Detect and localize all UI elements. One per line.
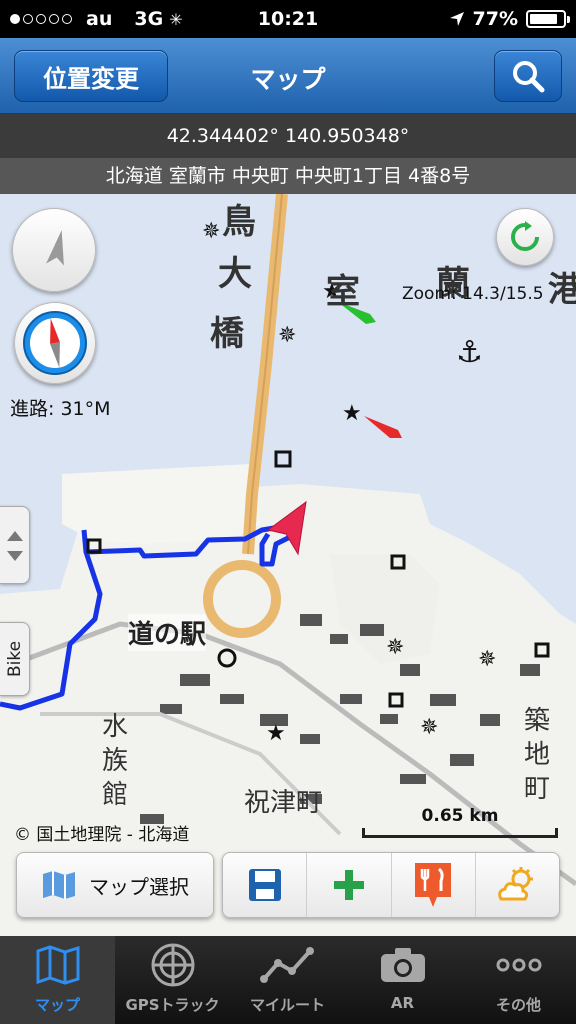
- svg-text:✵: ✵: [278, 323, 296, 348]
- map-select-label: マップ選択: [89, 874, 189, 899]
- refresh-button[interactable]: [496, 208, 554, 266]
- map-label: 橋: [210, 314, 244, 354]
- compass-button[interactable]: [14, 302, 96, 384]
- page-title: マップ: [250, 65, 326, 94]
- more-icon: [496, 958, 541, 972]
- map-select-button[interactable]: マップ選択: [16, 852, 214, 918]
- tab-more[interactable]: その他: [461, 936, 576, 1024]
- map-view[interactable]: ★ ★ ⚓ ✵ ✵ ✵ ✵ ✵ ★ 鳥 大 橋 室 蘭 港 道の駅 水 族 館 …: [0, 194, 576, 936]
- restaurant-pin-icon: [415, 863, 452, 907]
- tab-my-route-label: マイルート: [249, 996, 325, 1014]
- tab-bar: マップ GPSトラック マイルート AR その他: [0, 936, 576, 1024]
- locate-button[interactable]: [12, 208, 96, 292]
- map-label: 大: [218, 254, 252, 294]
- svg-text:✵: ✵: [478, 647, 496, 672]
- zoom-level: Zoom: 14.3/15.5: [402, 284, 544, 304]
- map-label: 水: [102, 712, 129, 742]
- map-label: 室: [326, 272, 360, 312]
- compass-icon: [23, 311, 87, 375]
- map-label: 鳥: [222, 202, 256, 242]
- refresh-icon: [511, 221, 539, 251]
- pier-area: [62, 464, 260, 544]
- tab-gps-track-label: GPSトラック: [125, 996, 220, 1014]
- map-copyright: © 国土地理院 - 北海道: [14, 825, 190, 845]
- svg-text:★: ★: [266, 721, 286, 746]
- tab-ar[interactable]: AR: [345, 936, 460, 1024]
- camera-icon: [380, 948, 425, 982]
- bike-mode-tab[interactable]: Bike: [0, 622, 30, 696]
- svg-text:✵: ✵: [386, 635, 404, 660]
- tab-more-label: その他: [495, 996, 541, 1014]
- svg-text:✵: ✵: [202, 219, 220, 244]
- search-button[interactable]: [494, 50, 562, 102]
- star-mark: ★: [342, 401, 362, 426]
- tab-map[interactable]: マップ: [0, 936, 115, 1024]
- panel-toggle-handle[interactable]: [0, 506, 30, 584]
- weather-icon: [498, 867, 534, 901]
- restaurant-button[interactable]: [392, 853, 476, 917]
- map-icon: [43, 871, 75, 899]
- address-display: 北海道 室蘭市 中央町 中央町1丁目 4番8号: [0, 158, 576, 194]
- anchor-mark: ⚓: [456, 335, 483, 370]
- tab-ar-label: AR: [390, 994, 415, 1012]
- battery-percent: 77%: [472, 8, 518, 30]
- save-button[interactable]: [223, 853, 308, 917]
- svg-text:✵: ✵: [420, 715, 438, 740]
- weather-button[interactable]: [476, 853, 559, 917]
- location-arrow-icon: [449, 12, 464, 26]
- map-label: 族: [102, 746, 129, 776]
- bike-label: Bike: [4, 640, 25, 678]
- map-actions-toolbar: [222, 852, 560, 918]
- status-bar: au 3G ✳ 10:21 77%: [0, 0, 576, 38]
- plus-icon: [333, 870, 364, 900]
- search-icon: [513, 61, 545, 93]
- tab-gps-track[interactable]: GPSトラック: [115, 936, 230, 1024]
- tab-map-label: マップ: [34, 996, 80, 1014]
- map-label-station: 道の駅: [128, 614, 207, 651]
- nav-bar: 位置変更 マップ: [0, 38, 576, 114]
- scale-label: 0.65 km: [421, 806, 499, 826]
- coordinates-display: 42.344402° 140.950348°: [0, 114, 576, 158]
- map-label: 祝津町: [244, 788, 323, 818]
- save-icon: [248, 869, 281, 901]
- tab-my-route[interactable]: マイルート: [230, 936, 345, 1024]
- map-label: 館: [102, 780, 129, 810]
- course-heading: 進路: 31°M: [10, 398, 111, 420]
- radar-icon: [151, 943, 194, 987]
- location-arrow-icon: [46, 230, 64, 266]
- up-down-arrows-icon: [7, 531, 23, 561]
- add-button[interactable]: [307, 853, 392, 917]
- battery-icon: [526, 10, 570, 28]
- map-label: 町: [524, 774, 551, 804]
- route-icon: [259, 947, 314, 983]
- scale-bar: 0.65 km: [360, 806, 560, 842]
- map-label: 地: [524, 740, 551, 770]
- map-label: 築: [524, 706, 551, 736]
- map-label: 港: [548, 270, 576, 310]
- map-icon: [36, 945, 79, 985]
